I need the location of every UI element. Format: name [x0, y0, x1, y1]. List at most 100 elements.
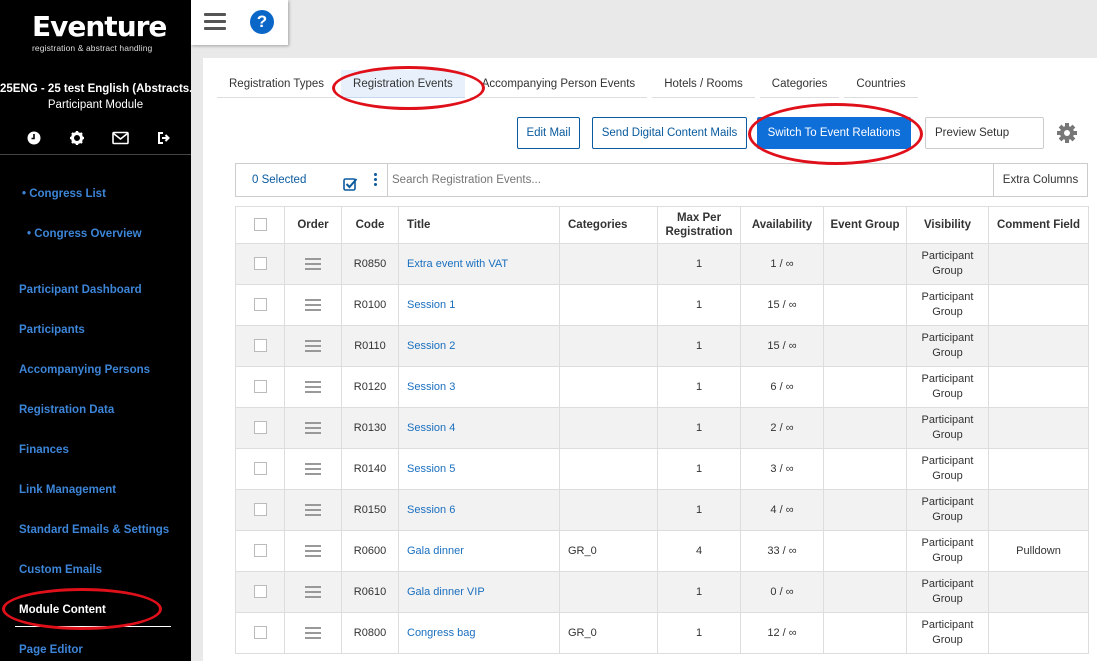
select-all-checkbox[interactable] [253, 218, 267, 232]
envelope-icon[interactable] [111, 128, 131, 148]
table-row[interactable]: R0610 Gala dinner VIP 1 0 / ∞ Participan… [235, 571, 1089, 613]
column-header-comment-field[interactable]: Comment Field [988, 206, 1089, 244]
drag-handle-cell[interactable] [284, 284, 342, 326]
clock-icon[interactable] [24, 128, 44, 148]
event-title-link[interactable]: Session 3 [407, 381, 455, 393]
row-checkbox[interactable] [253, 257, 267, 271]
row-checkbox-cell[interactable] [235, 407, 285, 449]
column-header-visibility[interactable]: Visibility [906, 206, 989, 244]
event-title-link[interactable]: Session 4 [407, 422, 455, 434]
column-header-title[interactable]: Title [398, 206, 560, 244]
drag-handle-cell[interactable] [284, 612, 342, 654]
drag-handle-cell[interactable] [284, 407, 342, 449]
event-title-link[interactable]: Session 6 [407, 504, 455, 516]
drag-handle-icon[interactable] [305, 544, 321, 557]
row-checkbox-cell[interactable] [235, 530, 285, 572]
column-header-availability[interactable]: Availability [740, 206, 824, 244]
row-checkbox[interactable] [253, 544, 267, 558]
tab-countries[interactable]: Countries [844, 70, 918, 98]
drag-handle-icon[interactable] [305, 380, 321, 393]
sidebar-item-congress-list[interactable]: • Congress List [22, 188, 106, 200]
row-checkbox[interactable] [253, 421, 267, 435]
select-all-header[interactable] [235, 206, 285, 244]
gear-icon[interactable] [67, 128, 87, 148]
row-checkbox[interactable] [253, 626, 267, 640]
sidebar-item-module-content[interactable]: Module Content [19, 604, 106, 616]
drag-handle-icon[interactable] [305, 339, 321, 352]
event-title-link[interactable]: Congress bag [407, 627, 476, 639]
switch-to-event-relations-button[interactable]: Switch To Event Relations [757, 117, 911, 149]
check-all-icon[interactable] [343, 173, 358, 191]
sidebar-item-accompanying-persons[interactable]: Accompanying Persons [19, 364, 150, 376]
row-checkbox[interactable] [253, 298, 267, 312]
table-row[interactable]: R0140 Session 5 1 3 / ∞ Participant Grou… [235, 448, 1089, 490]
drag-handle-cell[interactable] [284, 366, 342, 408]
row-checkbox-cell[interactable] [235, 612, 285, 654]
drag-handle-icon[interactable] [305, 626, 321, 639]
sidebar-item-page-editor[interactable]: Page Editor [19, 644, 83, 656]
drag-handle-cell[interactable] [284, 489, 342, 531]
drag-handle-icon[interactable] [305, 421, 321, 434]
row-checkbox-cell[interactable] [235, 284, 285, 326]
settings-gear-icon[interactable] [1056, 122, 1078, 144]
sidebar-item-standard-emails-settings[interactable]: Standard Emails & Settings [19, 524, 169, 536]
sidebar-item-participant-dashboard[interactable]: Participant Dashboard [19, 284, 142, 296]
table-row[interactable]: R0120 Session 3 1 6 / ∞ Participant Grou… [235, 366, 1089, 408]
drag-handle-icon[interactable] [305, 503, 321, 516]
drag-handle-cell[interactable] [284, 530, 342, 572]
tab-hotels-rooms[interactable]: Hotels / Rooms [652, 70, 755, 98]
row-checkbox[interactable] [253, 380, 267, 394]
column-header-code[interactable]: Code [341, 206, 399, 244]
table-row[interactable]: R0100 Session 1 1 15 / ∞ Participant Gro… [235, 284, 1089, 326]
drag-handle-icon[interactable] [305, 257, 321, 270]
sidebar-item-participants[interactable]: Participants [19, 324, 85, 336]
drag-handle-cell[interactable] [284, 448, 342, 490]
drag-handle-icon[interactable] [305, 585, 321, 598]
hamburger-menu-icon[interactable] [204, 13, 226, 31]
drag-handle-cell[interactable] [284, 571, 342, 613]
table-row[interactable]: R0110 Session 2 1 15 / ∞ Participant Gro… [235, 325, 1089, 367]
row-checkbox[interactable] [253, 339, 267, 353]
column-header-categories[interactable]: Categories [559, 206, 658, 244]
drag-handle-icon[interactable] [305, 298, 321, 311]
sidebar-item-registration-data[interactable]: Registration Data [19, 404, 114, 416]
table-row[interactable]: R0130 Session 4 1 2 / ∞ Participant Grou… [235, 407, 1089, 449]
selection-dropdown[interactable]: 0 Selected [236, 164, 388, 196]
table-row[interactable]: R0850 Extra event with VAT 1 1 / ∞ Parti… [235, 243, 1089, 285]
event-title-link[interactable]: Extra event with VAT [407, 258, 508, 270]
row-checkbox-cell[interactable] [235, 243, 285, 285]
preview-setup-button[interactable]: Preview Setup [925, 117, 1044, 149]
event-title-link[interactable]: Session 5 [407, 463, 455, 475]
table-row[interactable]: R0150 Session 6 1 4 / ∞ Participant Grou… [235, 489, 1089, 531]
send-digital-content-mails-button[interactable]: Send Digital Content Mails [592, 117, 747, 149]
tab-categories[interactable]: Categories [759, 70, 840, 98]
drag-handle-cell[interactable] [284, 325, 342, 367]
row-checkbox[interactable] [253, 462, 267, 476]
row-checkbox-cell[interactable] [235, 448, 285, 490]
row-checkbox-cell[interactable] [235, 366, 285, 408]
sidebar-item-link-management[interactable]: Link Management [19, 484, 116, 496]
row-checkbox-cell[interactable] [235, 325, 285, 367]
more-options-icon[interactable] [374, 173, 378, 187]
row-checkbox-cell[interactable] [235, 571, 285, 613]
column-header-max-per-registration[interactable]: Max Per Registration [657, 206, 741, 244]
tab-registration-types[interactable]: Registration Types [217, 70, 337, 98]
table-row[interactable]: R0600 Gala dinner GR_0 4 33 / ∞ Particip… [235, 530, 1089, 572]
sidebar-item-congress-overview[interactable]: • Congress Overview [27, 228, 142, 240]
row-checkbox[interactable] [253, 585, 267, 599]
edit-mail-button[interactable]: Edit Mail [517, 117, 580, 149]
help-icon[interactable]: ? [250, 10, 274, 34]
event-title-link[interactable]: Gala dinner VIP [407, 586, 485, 598]
tab-accompanying-person-events[interactable]: Accompanying Person Events [469, 70, 648, 98]
sign-out-icon[interactable] [154, 128, 174, 148]
event-title-link[interactable]: Session 1 [407, 299, 455, 311]
event-title-link[interactable]: Gala dinner [407, 545, 464, 557]
drag-handle-cell[interactable] [284, 243, 342, 285]
event-title-link[interactable]: Session 2 [407, 340, 455, 352]
tab-registration-events[interactable]: Registration Events [341, 70, 465, 98]
column-header-order[interactable]: Order [284, 206, 342, 244]
sidebar-item-custom-emails[interactable]: Custom Emails [19, 564, 102, 576]
column-header-event-group[interactable]: Event Group [823, 206, 907, 244]
table-row[interactable]: R0800 Congress bag GR_0 1 12 / ∞ Partici… [235, 612, 1089, 654]
sidebar-item-finances[interactable]: Finances [19, 444, 69, 456]
